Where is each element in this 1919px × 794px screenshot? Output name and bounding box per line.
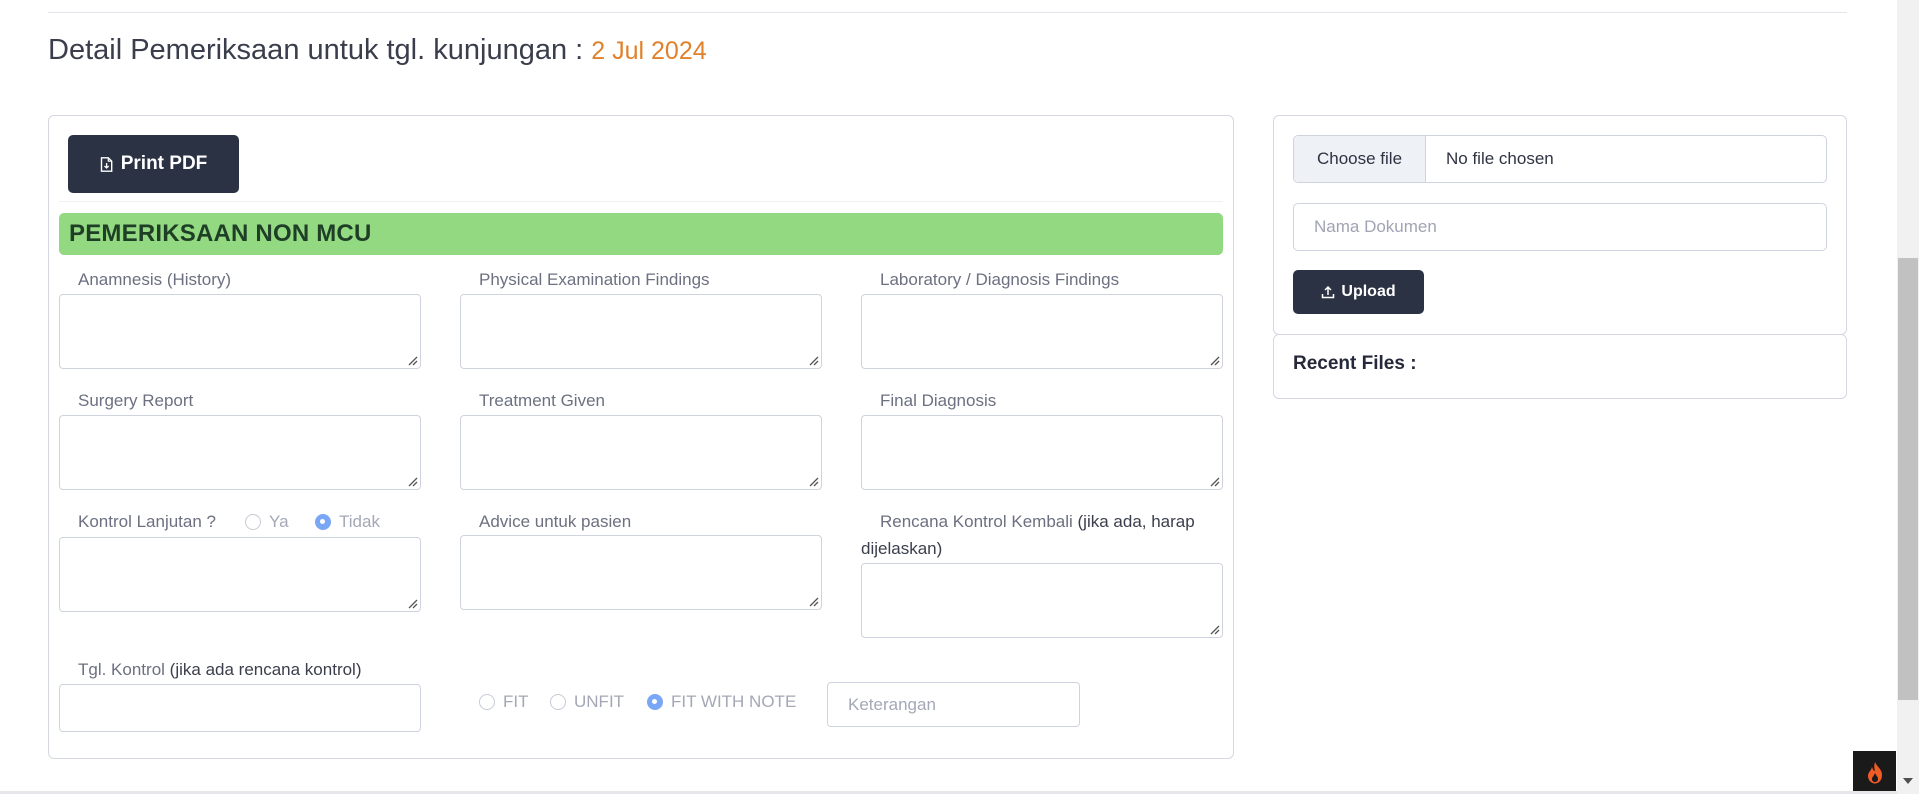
laboratory-textarea[interactable] <box>861 294 1223 369</box>
resize-grip-icon[interactable] <box>807 475 819 487</box>
file-input[interactable]: Choose file No file chosen <box>1293 135 1827 183</box>
upload-icon <box>1322 285 1335 299</box>
unfit-label: UNFIT <box>574 692 625 711</box>
laboratory-label: Laboratory / Diagnosis Findings <box>880 270 1120 289</box>
section-title: PEMERIKSAAN NON MCU <box>69 220 372 247</box>
rencana-kontrol-note-cont: dijelaskan) <box>861 539 943 558</box>
upload-label: Upload <box>1341 283 1396 300</box>
recent-files-card: Recent Files : <box>1273 334 1847 399</box>
physical-label: Physical Examination Findings <box>479 270 710 289</box>
document-name-placeholder: Nama Dokumen <box>1314 217 1437 236</box>
upload-button[interactable]: Upload <box>1293 270 1424 314</box>
resize-grip-icon[interactable] <box>406 597 418 609</box>
final-diagnosis-label: Final Diagnosis <box>880 391 997 410</box>
resize-grip-icon[interactable] <box>1208 475 1220 487</box>
top-divider <box>48 12 1847 13</box>
page-title: Detail Pemeriksaan untuk tgl. kunjungan … <box>48 34 707 67</box>
kontrol-tidak-label: Tidak <box>339 512 380 531</box>
radio-button-checked-icon[interactable] <box>647 694 663 710</box>
print-pdf-button[interactable]: Print PDF <box>68 135 239 193</box>
keterangan-input[interactable]: Keterangan <box>827 682 1080 727</box>
tgl-kontrol-main: Tgl. Kontrol <box>78 660 165 679</box>
radio-button-icon[interactable] <box>479 694 495 710</box>
flame-icon <box>1867 761 1882 783</box>
anamnesis-label: Anamnesis (History) <box>78 270 232 289</box>
resize-grip-icon[interactable] <box>406 354 418 366</box>
page-title-text: Detail Pemeriksaan untuk tgl. kunjungan … <box>48 34 584 66</box>
kontrol-ya-label: Ya <box>269 512 289 531</box>
kontrol-lanjutan-textarea[interactable] <box>59 537 421 612</box>
print-pdf-label: Print PDF <box>120 153 208 174</box>
treatment-textarea[interactable] <box>460 415 822 490</box>
kontrol-lanjutan-label: Kontrol Lanjutan ? <box>78 512 216 531</box>
kontrol-ya-option[interactable]: Ya <box>245 512 289 532</box>
tgl-kontrol-note: (jika ada rencana kontrol) <box>169 660 362 679</box>
radio-button-checked-icon[interactable] <box>315 514 331 530</box>
tgl-kontrol-label: Tgl. Kontrol (jika ada rencana kontrol) <box>78 660 362 680</box>
document-name-input[interactable]: Nama Dokumen <box>1293 203 1827 251</box>
resize-grip-icon[interactable] <box>807 595 819 607</box>
resize-grip-icon[interactable] <box>1208 623 1220 635</box>
keterangan-placeholder: Keterangan <box>848 694 936 714</box>
resize-grip-icon[interactable] <box>1208 354 1220 366</box>
treatment-label: Treatment Given <box>479 391 605 410</box>
fit-with-note-option[interactable]: FIT WITH NOTE <box>647 692 796 712</box>
scroll-down-arrow-icon[interactable] <box>1903 778 1913 784</box>
fit-with-note-label: FIT WITH NOTE <box>671 692 797 711</box>
unfit-option[interactable]: UNFIT <box>550 692 624 712</box>
kontrol-tidak-option[interactable]: Tidak <box>315 512 380 532</box>
visit-date: 2 Jul 2024 <box>591 37 707 65</box>
recent-files-title: Recent Files : <box>1293 353 1417 374</box>
final-diagnosis-textarea[interactable] <box>861 415 1223 490</box>
card-divider <box>59 201 1223 202</box>
physical-textarea[interactable] <box>460 294 822 369</box>
file-status: No file chosen <box>1446 149 1554 168</box>
surgery-textarea[interactable] <box>59 415 421 490</box>
anamnesis-textarea[interactable] <box>59 294 421 369</box>
fit-option[interactable]: FIT <box>479 692 529 712</box>
rencana-kontrol-note: (jika ada, harap <box>1077 512 1195 531</box>
radio-button-icon[interactable] <box>550 694 566 710</box>
advice-label: Advice untuk pasien <box>479 512 632 531</box>
floating-action-button[interactable] <box>1853 751 1896 794</box>
rencana-kontrol-label: Rencana Kontrol Kembali (jika ada, harap <box>880 512 1195 532</box>
rencana-kontrol-textarea[interactable] <box>861 563 1223 638</box>
section-title-bar: PEMERIKSAAN NON MCU <box>59 213 1223 255</box>
fit-label: FIT <box>503 692 529 711</box>
scrollbar-thumb[interactable] <box>1898 258 1918 700</box>
tgl-kontrol-input[interactable] <box>59 684 421 732</box>
resize-grip-icon[interactable] <box>406 475 418 487</box>
rencana-kontrol-main: Rencana Kontrol Kembali <box>880 512 1073 531</box>
upload-card: Choose file No file chosen Nama Dokumen … <box>1273 115 1847 335</box>
advice-textarea[interactable] <box>460 535 822 610</box>
pdf-file-icon <box>100 156 113 172</box>
rencana-kontrol-label-cont: dijelaskan) <box>861 539 942 559</box>
resize-grip-icon[interactable] <box>807 354 819 366</box>
examination-card: Print PDF PEMERIKSAAN NON MCU Anamnesis … <box>48 115 1234 759</box>
radio-button-icon[interactable] <box>245 514 261 530</box>
choose-file-button[interactable]: Choose file <box>1294 136 1426 182</box>
surgery-label: Surgery Report <box>78 391 194 410</box>
